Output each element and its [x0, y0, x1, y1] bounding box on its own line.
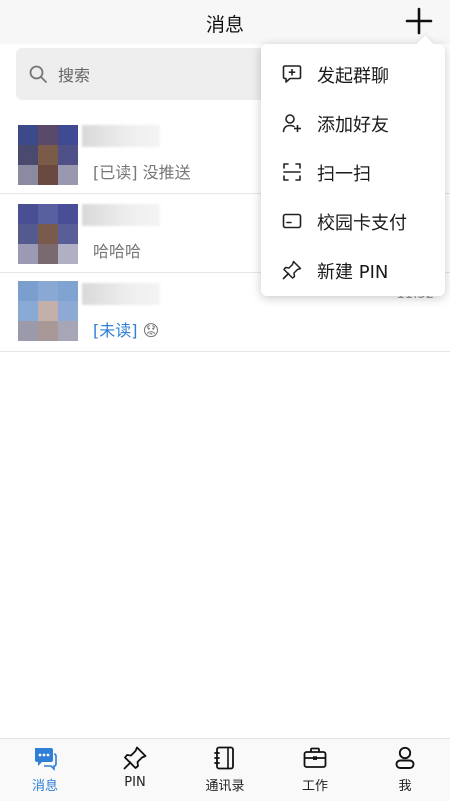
menu-item-label: 添加好友 — [317, 115, 389, 136]
message-preview: [未读] 😟 — [93, 317, 159, 341]
page-title: 消息 — [205, 14, 244, 36]
avatar — [18, 281, 78, 341]
menu-item-start-group-chat[interactable]: 发起群聊 — [261, 49, 445, 97]
avatar — [18, 204, 78, 264]
contact-name-redacted — [82, 204, 160, 226]
tab-label: 通讯录 — [205, 779, 245, 794]
tab-me[interactable]: 我 — [360, 739, 450, 801]
read-status: [未读] — [93, 321, 138, 340]
read-status: [已读] — [93, 163, 138, 182]
profile-icon — [395, 746, 415, 769]
messages-icon — [35, 748, 57, 771]
briefcase-icon — [303, 747, 327, 768]
tab-label: PIN — [124, 775, 146, 790]
menu-item-add-friend[interactable]: 添加好友 — [261, 98, 445, 146]
message-preview: [已读] 没推送 — [93, 159, 191, 183]
search-icon — [29, 65, 47, 83]
avatar — [18, 125, 78, 185]
message-preview: 哈哈哈 — [93, 238, 141, 262]
tab-pin[interactable]: PIN — [90, 739, 180, 801]
contact-name-redacted — [82, 125, 160, 147]
search-input[interactable] — [56, 60, 260, 90]
plus-icon[interactable] — [404, 6, 434, 36]
menu-item-scan[interactable]: 扫一扫 — [261, 147, 445, 195]
menu-item-label: 扫一扫 — [317, 164, 371, 185]
tab-label: 工作 — [301, 779, 328, 794]
contact-name-redacted — [82, 283, 160, 305]
menu-item-label: 新建 PIN — [317, 262, 389, 283]
tab-work[interactable]: 工作 — [270, 739, 360, 801]
pin-icon — [282, 260, 302, 280]
tab-label: 我 — [398, 779, 412, 794]
contacts-icon — [214, 746, 234, 770]
tab-label: 消息 — [31, 779, 58, 794]
preview-text: 没推送 — [137, 163, 191, 182]
add-menu-popover: 发起群聊 添加好友 扫一扫 校园卡支付 新建 PIN — [261, 35, 445, 296]
chat-plus-icon — [282, 65, 302, 83]
menu-item-new-pin[interactable]: 新建 PIN — [261, 245, 445, 293]
tab-messages[interactable]: 消息 — [0, 739, 90, 801]
card-icon — [282, 213, 302, 229]
menu-item-label: 发起群聊 — [317, 66, 389, 87]
add-friend-icon — [282, 114, 301, 133]
nav-header: 消息 — [0, 0, 450, 44]
menu-item-campus-card-pay[interactable]: 校园卡支付 — [261, 196, 445, 244]
preview-text: 😟 — [137, 321, 160, 340]
menu-item-label: 校园卡支付 — [317, 213, 407, 234]
scan-icon — [283, 163, 301, 181]
bottom-tab-bar: 消息 PIN 通讯录 工作 我 — [0, 738, 450, 801]
preview-text: 哈哈哈 — [93, 242, 142, 261]
pin-icon — [123, 746, 147, 770]
tab-contacts[interactable]: 通讯录 — [180, 739, 270, 801]
